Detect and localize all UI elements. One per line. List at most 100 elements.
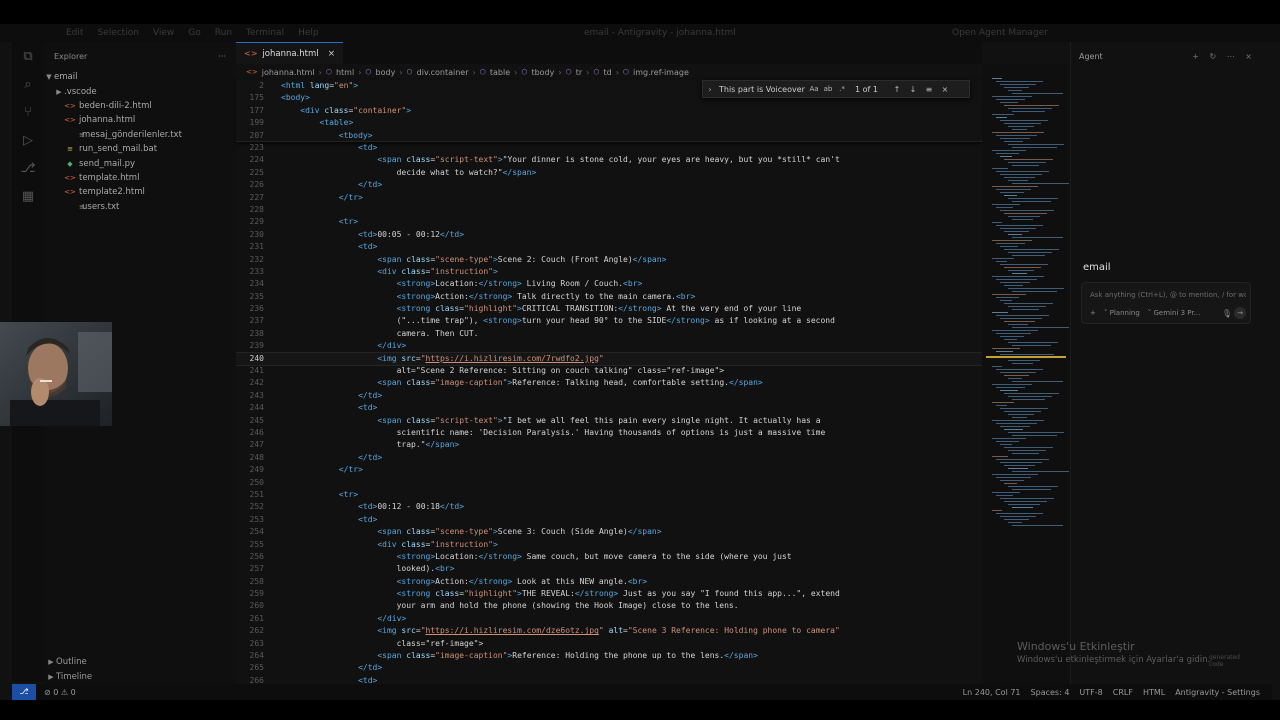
code-line[interactable]: 236 <strong class="highlight">CRITICAL T…: [236, 303, 982, 315]
code-line[interactable]: 245 <span class="script-text">"I bet we …: [236, 415, 982, 427]
code-line[interactable]: 258 <strong>Action:</strong> Look at thi…: [236, 576, 982, 588]
code-line[interactable]: 233 <div class="instruction">: [236, 266, 982, 278]
add-context-button[interactable]: +: [1090, 309, 1096, 317]
code-line[interactable]: 248 </td>: [236, 452, 982, 464]
problems-indicator[interactable]: ⊘ 0 ⚠ 0: [44, 688, 76, 697]
code-line[interactable]: 259 <strong class="highlight">THE REVEAL…: [236, 588, 982, 600]
source-control-icon[interactable]: ⑂: [12, 98, 44, 126]
code-line[interactable]: 254 <span class="scene-type">Scene 3: Co…: [236, 526, 982, 538]
toggle-replace-icon[interactable]: ›: [703, 85, 717, 94]
status-item[interactable]: Spaces: 4: [1031, 688, 1070, 697]
regex-toggle[interactable]: .*: [835, 85, 849, 93]
menu-item-edit[interactable]: Edit: [66, 28, 83, 38]
code-line[interactable]: 264 <span class="image-caption">Referenc…: [236, 650, 982, 662]
code-line[interactable]: 257 looked).<br>: [236, 563, 982, 575]
more-icon[interactable]: ⋯: [1227, 52, 1235, 61]
agent-chat-input[interactable]: Ask anything (Ctrl+L), @ to mention, / f…: [1090, 291, 1246, 299]
code-line[interactable]: 252 <td>00:12 - 00:18</td>: [236, 501, 982, 513]
new-chat-icon[interactable]: +: [1192, 52, 1199, 61]
breadcrumb-item[interactable]: body: [376, 68, 396, 77]
close-icon[interactable]: ×: [937, 85, 953, 94]
outline-section[interactable]: ▶ Outline: [44, 655, 236, 669]
timeline-section[interactable]: ▶ Timeline: [44, 670, 236, 684]
menu-item-view[interactable]: View: [153, 28, 174, 38]
breadcrumb-item[interactable]: td: [603, 68, 611, 77]
match-case-toggle[interactable]: Aa: [807, 85, 821, 93]
file-item[interactable]: <> template.html: [44, 171, 236, 185]
code-line[interactable]: 242 <span class="image-caption">Referenc…: [236, 377, 982, 389]
tab-johanna-html[interactable]: <> johanna.html ×: [236, 42, 344, 64]
code-line[interactable]: 256 <strong>Location:</strong> Same couc…: [236, 551, 982, 563]
code-editor[interactable]: 223 <td> 224 <span class="script-text">"Y…: [236, 142, 982, 684]
file-item[interactable]: ≡ mesaj_gönderilenler.txt: [44, 128, 236, 142]
code-line[interactable]: 231 <td>: [236, 241, 982, 253]
whole-word-toggle[interactable]: ab: [821, 85, 835, 93]
folder-root[interactable]: ▼ email: [44, 70, 236, 84]
status-item[interactable]: CRLF: [1113, 688, 1133, 697]
code-line[interactable]: 244 <td>: [236, 402, 982, 414]
code-line[interactable]: 240 <img src="https://i.hizliresim.com/7…: [236, 351, 982, 367]
code-line[interactable]: 237 ("...time trap"), <strong>turn your …: [236, 315, 982, 327]
code-line[interactable]: 255 <div class="instruction">: [236, 539, 982, 551]
breadcrumb-item[interactable]: tbody: [531, 68, 554, 77]
send-button[interactable]: →: [1234, 307, 1246, 319]
code-line[interactable]: 235 <strong>Action:</strong> Talk direct…: [236, 291, 982, 303]
file-item[interactable]: <> johanna.html: [44, 113, 236, 127]
microphone-icon[interactable]: 🎙: [1222, 309, 1232, 318]
code-line[interactable]: 232 <span class="scene-type">Scene 2: Co…: [236, 254, 982, 266]
breadcrumb-item[interactable]: johanna.html: [262, 68, 315, 77]
arrow-down-icon[interactable]: ↓: [905, 85, 921, 94]
explorer-more-button[interactable]: ···: [218, 52, 226, 61]
code-line[interactable]: 177 <div class="container">: [236, 105, 982, 117]
menu-item-run[interactable]: Run: [215, 28, 232, 38]
remote-button[interactable]: ⎇: [12, 684, 36, 700]
code-line[interactable]: 230 <td>00:05 - 00:12</td>: [236, 229, 982, 241]
code-line[interactable]: 226 </td>: [236, 179, 982, 191]
menu-item-help[interactable]: Help: [298, 28, 319, 38]
code-line[interactable]: 250: [236, 477, 982, 489]
code-line[interactable]: 241 alt="Scene 2 Reference: Sitting on c…: [236, 365, 982, 377]
file-item[interactable]: ◆ send_mail.py: [44, 156, 236, 170]
extensions-icon[interactable]: ▦: [12, 182, 44, 210]
code-line[interactable]: 228: [236, 204, 982, 216]
folder-item[interactable]: ▶ .vscode: [44, 84, 236, 98]
code-line[interactable]: 246 scientific name: 'Decision Paralysis…: [236, 427, 982, 439]
code-line[interactable]: 239 </div>: [236, 340, 982, 352]
code-line[interactable]: 227 </tr>: [236, 192, 982, 204]
code-line[interactable]: 234 <strong>Location:</strong> Living Ro…: [236, 278, 982, 290]
code-line[interactable]: 260 your arm and hold the phone (showing…: [236, 600, 982, 612]
close-icon[interactable]: ×: [328, 49, 336, 59]
code-line[interactable]: 199 <table>: [236, 117, 982, 129]
code-line[interactable]: 224 <span class="script-text">"Your dinn…: [236, 154, 982, 166]
explorer-icon[interactable]: ⧉: [12, 42, 44, 70]
breadcrumb-item[interactable]: img.ref-image: [633, 68, 689, 77]
menu-item-go[interactable]: Go: [188, 28, 200, 38]
code-line[interactable]: 223 <td>: [236, 142, 982, 154]
code-line[interactable]: 207 <tbody>: [236, 130, 982, 142]
menu-item-selection[interactable]: Selection: [97, 28, 138, 38]
model-dropdown[interactable]: ˅ Gemini 3 Pr...: [1148, 309, 1201, 317]
code-line[interactable]: 251 <tr>: [236, 489, 982, 501]
file-item[interactable]: ≡ run_send_mail.bat: [44, 142, 236, 156]
code-line[interactable]: 243 </td>: [236, 390, 982, 402]
find-in-selection-icon[interactable]: ≡: [921, 85, 937, 94]
status-item[interactable]: UTF-8: [1079, 688, 1102, 697]
code-line[interactable]: 238 camera. Then CUT.: [236, 328, 982, 340]
menu-item-terminal[interactable]: Terminal: [246, 28, 284, 38]
minimap-slider[interactable]: [986, 356, 1066, 358]
file-item[interactable]: ≡ users.txt: [44, 200, 236, 214]
remote-icon[interactable]: ⎇: [12, 154, 44, 182]
code-line[interactable]: 225 decide what to watch?"</span>: [236, 167, 982, 179]
status-item[interactable]: Antigravity - Settings: [1175, 688, 1260, 697]
search-icon[interactable]: ⌕: [12, 70, 44, 98]
breadcrumb-item[interactable]: table: [490, 68, 510, 77]
find-input[interactable]: This part is Voiceover: [717, 85, 807, 94]
code-line[interactable]: 229 <tr>: [236, 216, 982, 228]
code-line[interactable]: 263 class="ref-image">: [236, 638, 982, 650]
code-line[interactable]: 261 </div>: [236, 613, 982, 625]
code-line[interactable]: 253 <td>: [236, 514, 982, 526]
close-icon[interactable]: ×: [1245, 52, 1252, 61]
code-line[interactable]: 266 <td>: [236, 675, 982, 684]
minimap[interactable]: [982, 64, 1070, 684]
code-line[interactable]: 262 <img src="https://i.hizliresim.com/d…: [236, 625, 982, 637]
